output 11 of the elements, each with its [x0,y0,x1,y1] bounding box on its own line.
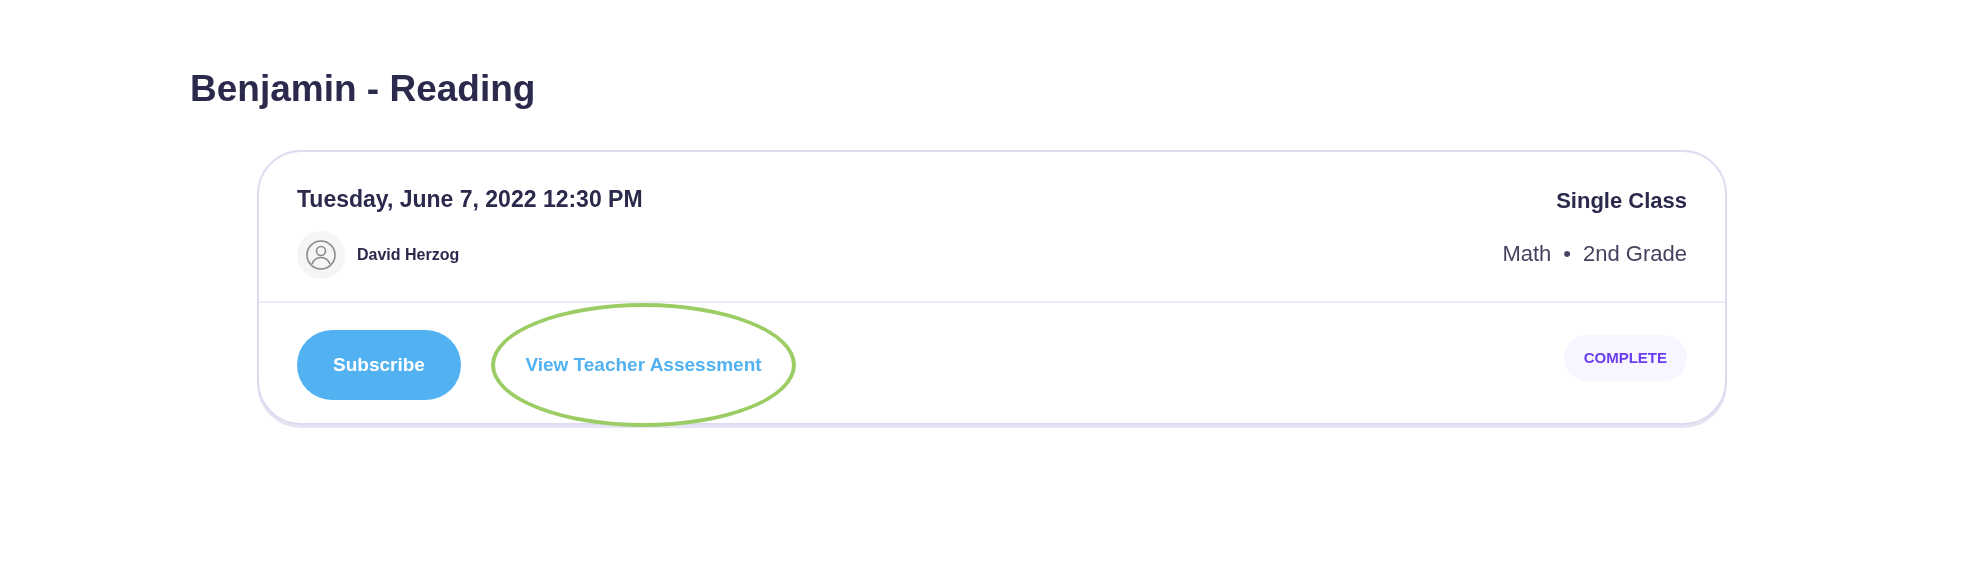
page-heading: Benjamin - Reading [190,67,537,111]
separator-dot: • [1563,240,1572,269]
teacher-name: David Herzog [357,244,460,265]
grade-label: 2nd Grade [1583,240,1687,269]
assessment-link[interactable]: View Teacher Assessment [525,350,762,379]
subject-label: Math [1502,240,1552,269]
avatar-icon [297,230,345,279]
subscribe-button[interactable]: Subscribe [297,329,461,400]
class-type: Single Class [1556,187,1687,216]
status-badge: COMPLETE [1563,334,1687,381]
class-datetime: Tuesday, June 7, 2022 12:30 PM [297,185,643,215]
